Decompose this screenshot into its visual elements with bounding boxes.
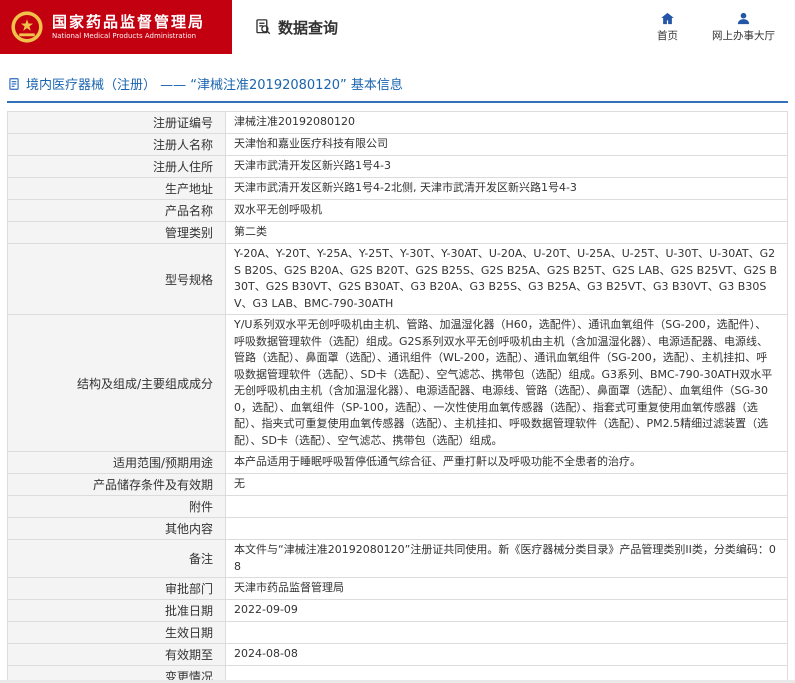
- field-value: 第二类: [226, 222, 788, 244]
- field-label: 生产地址: [8, 178, 226, 200]
- table-row: 适用范围/预期用途 本产品适用于睡眠呼吸暂停低通气综合征、严重打鼾以及呼吸功能不…: [8, 452, 788, 474]
- field-label: 注册人住所: [8, 156, 226, 178]
- field-value: [226, 518, 788, 540]
- field-label: 产品名称: [8, 200, 226, 222]
- agency-name-en: National Medical Products Administration: [52, 32, 205, 41]
- table-row: 注册人名称 天津怡和嘉业医疗科技有限公司: [8, 134, 788, 156]
- field-value: 天津怡和嘉业医疗科技有限公司: [226, 134, 788, 156]
- field-value: [226, 496, 788, 518]
- nav-home-label: 首页: [657, 28, 678, 43]
- field-label: 注册人名称: [8, 134, 226, 156]
- table-row: 有效期至 2024-08-08: [8, 644, 788, 666]
- field-value: 天津市药品监督管理局: [226, 578, 788, 600]
- data-query-icon: [254, 18, 272, 36]
- table-row: 注册证编号 津械注准20192080120: [8, 112, 788, 134]
- field-label: 型号规格: [8, 244, 226, 315]
- field-value: 无: [226, 474, 788, 496]
- document-icon: [7, 77, 21, 91]
- field-label: 附件: [8, 496, 226, 518]
- field-label: 管理类别: [8, 222, 226, 244]
- field-value: 2024-08-08: [226, 644, 788, 666]
- agency-logo-link[interactable]: 国家药品监督管理局 National Medical Products Admi…: [0, 0, 232, 54]
- user-icon: [736, 11, 751, 26]
- table-row: 附件: [8, 496, 788, 518]
- table-row: 生产地址 天津市武清开发区新兴路1号4-2北侧, 天津市武清开发区新兴路1号4-…: [8, 178, 788, 200]
- top-bar: 国家药品监督管理局 National Medical Products Admi…: [0, 0, 795, 54]
- registration-info-table: 注册证编号 津械注准20192080120 注册人名称 天津怡和嘉业医疗科技有限…: [7, 111, 788, 683]
- table-row: 生效日期: [8, 622, 788, 644]
- national-emblem-icon: [10, 10, 44, 44]
- field-label: 生效日期: [8, 622, 226, 644]
- field-label: 备注: [8, 540, 226, 578]
- field-value: 本产品适用于睡眠呼吸暂停低通气综合征、严重打鼾以及呼吸功能不全患者的治疗。: [226, 452, 788, 474]
- table-row: 审批部门 天津市药品监督管理局: [8, 578, 788, 600]
- agency-name: 国家药品监督管理局 National Medical Products Admi…: [52, 13, 205, 41]
- field-label: 结构及组成/主要组成成分: [8, 315, 226, 452]
- field-value: 2022-09-09: [226, 600, 788, 622]
- table-row: 其他内容: [8, 518, 788, 540]
- field-value: Y-20A、Y-20T、Y-25A、Y-25T、Y-30T、Y-30AT、U-2…: [226, 244, 788, 315]
- home-icon: [660, 11, 675, 26]
- field-label: 有效期至: [8, 644, 226, 666]
- field-label: 适用范围/预期用途: [8, 452, 226, 474]
- table-row: 产品储存条件及有效期 无: [8, 474, 788, 496]
- field-label: 审批部门: [8, 578, 226, 600]
- section-title: 数据查询: [278, 17, 338, 38]
- field-value: 天津市武清开发区新兴路1号4-3: [226, 156, 788, 178]
- field-value: [226, 622, 788, 644]
- top-nav: 首页 网上办事大厅: [657, 0, 795, 54]
- field-label: 注册证编号: [8, 112, 226, 134]
- field-value: 津械注准20192080120: [226, 112, 788, 134]
- field-value: Y/U系列双水平无创呼吸机由主机、管路、加温湿化器（H60，选配件）、通讯血氧组…: [226, 315, 788, 452]
- table-row: 产品名称 双水平无创呼吸机: [8, 200, 788, 222]
- field-label: 产品储存条件及有效期: [8, 474, 226, 496]
- breadcrumb: 境内医疗器械（注册） —— “津械注准20192080120” 基本信息: [7, 74, 788, 103]
- table-row: 型号规格 Y-20A、Y-20T、Y-25A、Y-25T、Y-30T、Y-30A…: [8, 244, 788, 315]
- table-row: 注册人住所 天津市武清开发区新兴路1号4-3: [8, 156, 788, 178]
- breadcrumb-text: 境内医疗器械（注册） —— “津械注准20192080120” 基本信息: [26, 74, 403, 93]
- field-label: 批准日期: [8, 600, 226, 622]
- field-value: 天津市武清开发区新兴路1号4-2北侧, 天津市武清开发区新兴路1号4-3: [226, 178, 788, 200]
- nav-home[interactable]: 首页: [657, 11, 678, 43]
- agency-name-cn: 国家药品监督管理局: [52, 13, 205, 32]
- nav-online-service-hall[interactable]: 网上办事大厅: [712, 11, 775, 43]
- data-query-tab[interactable]: 数据查询: [254, 0, 338, 54]
- nav-service-label: 网上办事大厅: [712, 28, 775, 43]
- table-row: 管理类别 第二类: [8, 222, 788, 244]
- table-row: 备注 本文件与“津械注准20192080120”注册证共同使用。新《医疗器械分类…: [8, 540, 788, 578]
- table-row: 批准日期 2022-09-09: [8, 600, 788, 622]
- field-value: 双水平无创呼吸机: [226, 200, 788, 222]
- table-row: 结构及组成/主要组成成分 Y/U系列双水平无创呼吸机由主机、管路、加温湿化器（H…: [8, 315, 788, 452]
- field-value: 本文件与“津械注准20192080120”注册证共同使用。新《医疗器械分类目录》…: [226, 540, 788, 578]
- field-label: 其他内容: [8, 518, 226, 540]
